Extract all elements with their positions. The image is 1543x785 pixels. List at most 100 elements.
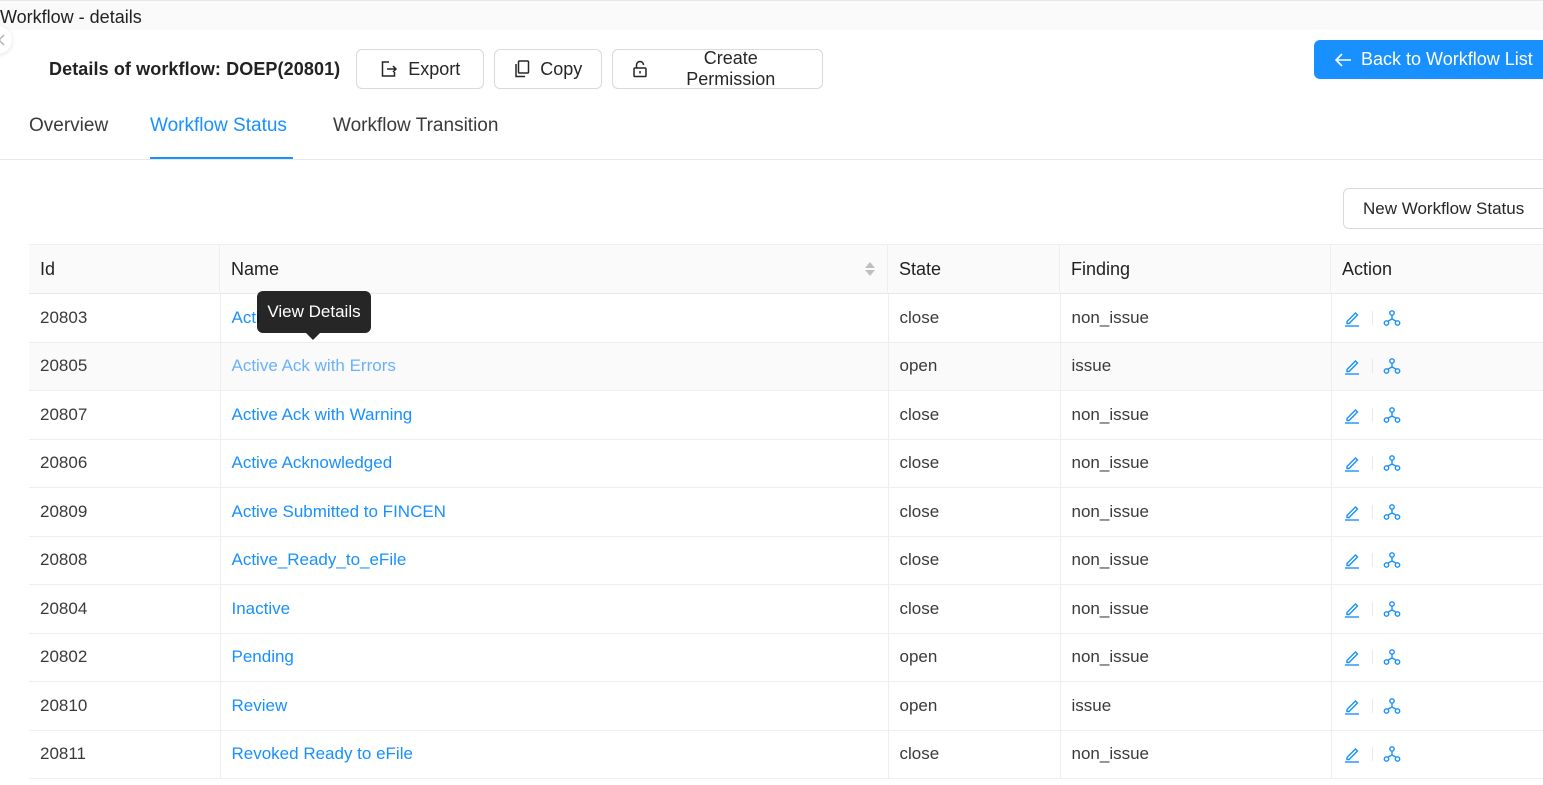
table-row: 20808 Active_Ready_to_eFile close non_is… <box>29 536 1543 585</box>
cell-id: 20807 <box>29 390 221 440</box>
column-header-action: Action <box>1331 244 1543 294</box>
action-buttons <box>1343 503 1543 521</box>
cell-action <box>1331 681 1543 731</box>
status-name-link[interactable]: Active Submitted to FINCEN <box>232 502 446 521</box>
action-divider <box>1371 359 1373 374</box>
cell-state: close <box>888 536 1061 585</box>
table-row: 20811 Revoked Ready to eFile close non_i… <box>29 730 1543 779</box>
action-divider <box>1371 504 1373 519</box>
status-name-link[interactable]: Active_Ready_to_eFile <box>232 550 407 569</box>
cell-finding: non_issue <box>1060 439 1332 488</box>
cell-name: Inactive <box>220 584 889 634</box>
edit-icon[interactable] <box>1343 454 1361 472</box>
tab-bar: Overview Workflow Status Workflow Transi… <box>0 107 1543 160</box>
tooltip-view-details: View Details <box>257 291 371 333</box>
edit-icon[interactable] <box>1343 406 1361 424</box>
cell-id: 20804 <box>29 584 221 634</box>
back-to-workflow-list-button[interactable]: Back to Workflow List <box>1314 40 1543 79</box>
cell-name: Active Submitted to FINCEN <box>220 487 889 537</box>
cell-action <box>1331 439 1543 488</box>
status-name-link[interactable]: Inactive <box>232 599 291 618</box>
chevron-left-icon <box>0 34 5 46</box>
cell-name: Active Ack with Errors <box>220 342 889 391</box>
action-divider <box>1371 407 1373 422</box>
status-name-link[interactable]: Pending <box>232 647 294 666</box>
edit-icon[interactable] <box>1343 600 1361 618</box>
column-header-name[interactable]: Name <box>220 244 888 294</box>
cell-finding: non_issue <box>1060 730 1332 779</box>
cell-state: open <box>888 633 1061 682</box>
edit-icon[interactable] <box>1343 697 1361 715</box>
table-row: 20810 Review open issue <box>29 681 1543 731</box>
column-header-finding: Finding <box>1060 244 1331 294</box>
page-title: Details of workflow: DOEP(20801) <box>49 58 341 79</box>
new-workflow-status-button[interactable]: New Workflow Status <box>1343 188 1543 229</box>
cell-finding: non_issue <box>1060 584 1332 634</box>
export-icon <box>382 61 398 77</box>
workflow-icon[interactable] <box>1383 503 1401 521</box>
table-header-row: Id Name State Finding Action <box>29 244 1543 294</box>
status-name-link[interactable]: Active Acknowledged <box>232 453 393 472</box>
cell-action <box>1331 536 1543 585</box>
action-buttons <box>1343 551 1543 569</box>
cell-id: 20809 <box>29 487 221 537</box>
copy-button[interactable]: Copy <box>494 49 603 89</box>
workflow-icon[interactable] <box>1383 551 1401 569</box>
workflow-icon[interactable] <box>1383 357 1401 375</box>
action-divider <box>1371 456 1373 471</box>
sort-icon[interactable] <box>864 260 876 278</box>
edit-icon[interactable] <box>1343 648 1361 666</box>
cell-id: 20810 <box>29 681 221 731</box>
window-title-text: Workflow - details <box>0 7 142 27</box>
create-permission-button[interactable]: Create Permission <box>612 48 824 89</box>
cell-action <box>1331 342 1543 391</box>
workflow-icon[interactable] <box>1383 600 1401 618</box>
table-row: 20802 Pending open non_issue <box>29 633 1543 682</box>
edit-icon[interactable] <box>1343 357 1361 375</box>
cell-action <box>1331 584 1543 634</box>
cell-state: close <box>888 390 1061 440</box>
workflow-icon[interactable] <box>1383 454 1401 472</box>
workflow-icon[interactable] <box>1383 697 1401 715</box>
workflow-icon[interactable] <box>1383 648 1401 666</box>
action-divider <box>1371 650 1373 665</box>
cell-name: Review <box>220 681 889 731</box>
action-divider <box>1371 553 1373 568</box>
tab-overview[interactable]: Overview <box>29 115 108 159</box>
export-button[interactable]: Export <box>356 49 485 89</box>
status-name-link[interactable]: Active Ack with Errors <box>232 356 396 375</box>
cell-finding: non_issue <box>1060 536 1332 585</box>
edit-icon[interactable] <box>1343 551 1361 569</box>
cell-finding: issue <box>1060 342 1332 391</box>
back-button-label: Back to Workflow List <box>1361 49 1533 69</box>
status-name-link[interactable]: Active Ack with Warning <box>232 405 413 424</box>
workflow-icon[interactable] <box>1383 309 1401 327</box>
cell-state: open <box>888 681 1061 731</box>
sidebar-collapse-handle[interactable] <box>0 26 12 54</box>
cell-id: 20811 <box>29 730 221 779</box>
edit-icon[interactable] <box>1343 745 1361 763</box>
workflow-icon[interactable] <box>1383 745 1401 763</box>
status-name-link[interactable]: Review <box>232 696 288 715</box>
workflow-icon[interactable] <box>1383 406 1401 424</box>
cell-action <box>1331 293 1543 343</box>
cell-state: open <box>888 342 1061 391</box>
action-divider <box>1371 747 1373 762</box>
arrow-left-icon <box>1334 52 1351 67</box>
copy-label: Copy <box>540 58 583 79</box>
copy-icon <box>515 60 530 78</box>
cell-action <box>1331 390 1543 440</box>
cell-state: close <box>888 487 1061 537</box>
action-buttons <box>1343 357 1543 375</box>
status-name-link[interactable]: Acti <box>232 308 260 327</box>
action-buttons <box>1343 648 1543 666</box>
edit-icon[interactable] <box>1343 309 1361 327</box>
action-buttons <box>1343 406 1543 424</box>
table-row: 20805 Active Ack with Errors open issue <box>29 342 1543 391</box>
edit-icon[interactable] <box>1343 503 1361 521</box>
tab-workflow-status[interactable]: Workflow Status <box>150 115 293 159</box>
cell-id: 20808 <box>29 536 221 585</box>
status-name-link[interactable]: Revoked Ready to eFile <box>232 744 413 763</box>
tab-workflow-transition[interactable]: Workflow Transition <box>333 115 498 159</box>
cell-id: 20806 <box>29 439 221 488</box>
